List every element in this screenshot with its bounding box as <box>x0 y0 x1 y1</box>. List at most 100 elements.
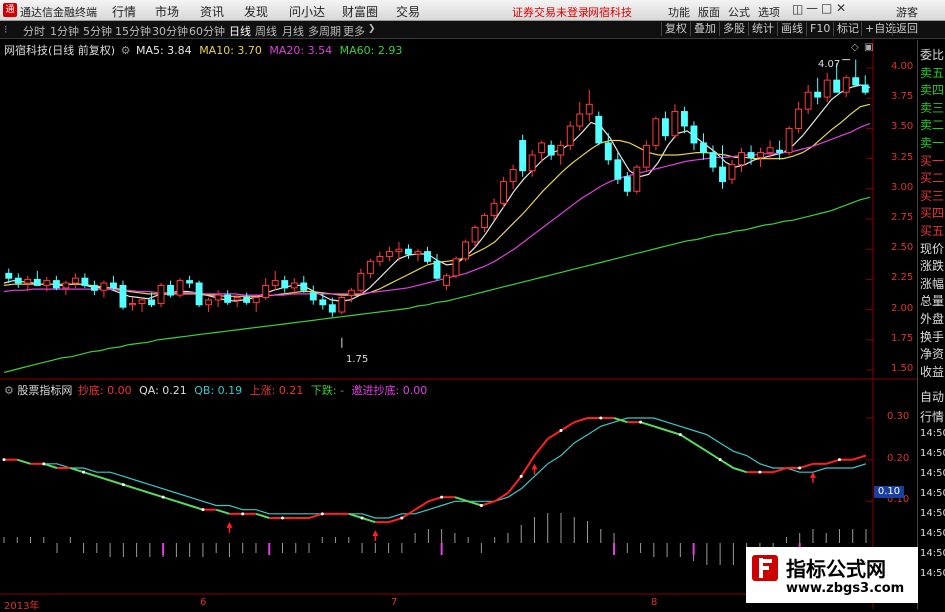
minimize-icon[interactable]: — <box>806 1 818 15</box>
draw-line-button[interactable]: 画线 <box>777 22 806 36</box>
candle-body <box>43 280 51 286</box>
tab-more[interactable]: 更多 <box>343 23 365 39</box>
candle-body <box>81 277 89 286</box>
quote-field-label: 卖五 <box>920 65 945 80</box>
tab-60min[interactable]: 60分钟 <box>189 23 225 39</box>
quote-field-label: 涨幅 <box>920 276 945 291</box>
tab-1min[interactable]: 1分钟 <box>50 23 79 39</box>
candle-body <box>462 241 469 260</box>
f10-button[interactable]: F10 <box>806 22 833 36</box>
overlay-button[interactable]: 叠加 <box>690 22 719 36</box>
time-label-jun: 6 <box>200 597 207 608</box>
quote-field-label: 卖一 <box>920 136 945 150</box>
tab-timeshare[interactable]: 分时 <box>23 23 45 39</box>
candle-body <box>24 278 32 284</box>
menu-item-ask[interactable]: 问小达 <box>289 3 325 20</box>
qa-segment <box>255 512 270 519</box>
guest-label[interactable]: 游客 <box>896 4 918 20</box>
menu-item-market[interactable]: 市场 <box>155 3 179 20</box>
candle-body <box>33 278 41 286</box>
tab-monthly[interactable]: 月线 <box>282 23 304 39</box>
indicator-lines <box>2 416 867 542</box>
tab-30min[interactable]: 30分钟 <box>152 23 188 39</box>
qa-segment <box>70 467 84 474</box>
qa-segment <box>348 512 363 519</box>
menu-item-layout[interactable]: 版面 <box>698 4 720 20</box>
candle-body <box>414 251 422 255</box>
qa-segment <box>679 433 695 444</box>
menu-item-formula[interactable]: 公式 <box>728 4 750 20</box>
tick-time-label: 行情 <box>920 410 945 424</box>
candle-body <box>766 147 774 154</box>
tick-time-label: 14:50 <box>920 568 945 579</box>
candle-body <box>804 91 812 110</box>
menu-bar: 通 通达信金融终端 行情 市场 资讯 发现 问小达 财富圈 交易 证券交易未登录… <box>0 0 945 21</box>
candle-body <box>661 118 669 137</box>
candle-body <box>424 251 431 262</box>
candle-body <box>747 152 755 158</box>
menu-item-news[interactable]: 资讯 <box>200 3 224 20</box>
maximize-icon[interactable]: □ <box>821 1 832 15</box>
stats-button[interactable]: 统计 <box>748 22 777 36</box>
window-toggle-icon[interactable]: ▣ <box>864 42 873 53</box>
tick-time-label: 14:50 <box>920 508 945 519</box>
candle-body <box>833 79 841 93</box>
diamond-icon[interactable]: ◇ <box>851 42 859 53</box>
ma10-label: MA10: 3.70 <box>199 44 262 57</box>
tab-weekly[interactable]: 周线 <box>255 23 277 39</box>
menu-item-trade[interactable]: 交易 <box>396 3 420 20</box>
candle-body <box>452 258 460 277</box>
login-notice[interactable]: 证券交易未登录 <box>512 4 589 20</box>
candle-body <box>186 280 194 284</box>
quote-field-label: 委比 <box>920 48 945 62</box>
qa-segment <box>693 442 708 453</box>
stock-label[interactable]: 网宿科技(日线 前复权) <box>4 44 115 57</box>
ma20-label: MA20: 3.54 <box>269 44 333 57</box>
candle-body <box>405 248 412 255</box>
settings-gear-icon[interactable]: ⚙ <box>121 44 131 57</box>
menu-item-quotes[interactable]: 行情 <box>112 3 136 20</box>
param-up: 上涨: 0.21 <box>249 384 304 397</box>
qa-segment <box>189 504 204 511</box>
candle-body <box>62 282 70 289</box>
qa-segment <box>772 467 787 474</box>
tab-daily[interactable]: 日线 <box>229 23 251 39</box>
more-chevron-icon[interactable]: ❯ <box>368 24 376 34</box>
candle-body <box>795 108 803 129</box>
indicator-name[interactable]: 股票指标网 <box>17 384 72 397</box>
qa-segment <box>176 500 190 507</box>
qa-dot <box>639 420 643 424</box>
tab-15min[interactable]: 15分钟 <box>115 23 151 39</box>
price-tick-label: 2.00 <box>891 302 914 314</box>
indicator-histogram <box>3 513 867 565</box>
candle-body <box>671 111 679 137</box>
candle-body <box>347 289 355 296</box>
ma-lines <box>3 84 871 373</box>
quote-field-label: 涨跌 <box>920 259 945 274</box>
period-toolbar: ⁝ 分时 1分钟 5分钟 15分钟 30分钟 60分钟 日线 周线 月线 多周期… <box>0 21 945 39</box>
candle-body <box>138 299 146 305</box>
mark-button[interactable]: 标记 <box>833 22 862 36</box>
back-button[interactable]: 返回 <box>892 22 921 36</box>
candle-body <box>500 181 508 204</box>
price-tick-label: 3.75 <box>891 91 914 103</box>
tab-5min[interactable]: 5分钟 <box>83 23 112 39</box>
tab-multi-period[interactable]: 多周期 <box>308 23 341 39</box>
menu-item-function[interactable]: 功能 <box>668 4 690 20</box>
multi-stock-button[interactable]: 多股 <box>719 22 748 36</box>
price-tick-label: 2.25 <box>891 272 914 284</box>
window-menu-icon[interactable]: ◫ <box>792 2 803 16</box>
candle-body <box>5 272 13 279</box>
close-icon[interactable]: ✕ <box>836 1 846 15</box>
menu-item-discover[interactable]: 发现 <box>244 3 268 20</box>
qa-segment <box>520 454 536 477</box>
tick-time-label: 14:50 <box>920 528 945 539</box>
adjust-button[interactable]: 复权 <box>661 22 690 36</box>
menu-item-options[interactable]: 选项 <box>758 4 780 20</box>
tick-time-label: 14:50 <box>920 448 945 459</box>
candle-body <box>680 111 688 127</box>
candle-body <box>271 280 279 286</box>
indicator-gear-icon[interactable]: ⚙ <box>4 384 14 397</box>
menu-item-wealth[interactable]: 财富圈 <box>342 3 378 20</box>
qa-segment <box>706 450 721 461</box>
